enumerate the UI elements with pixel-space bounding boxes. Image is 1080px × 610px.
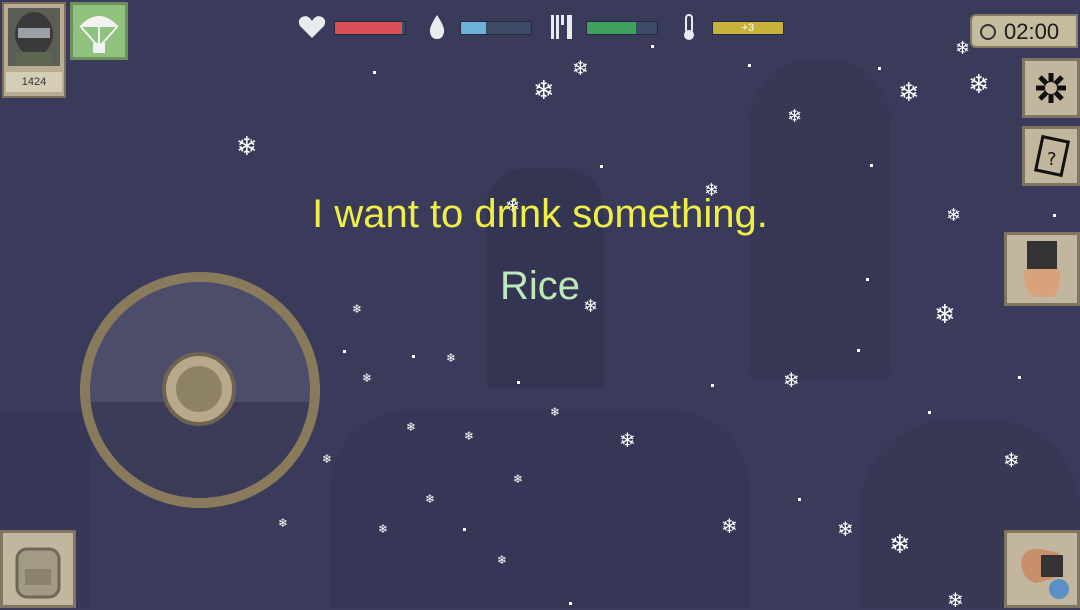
notebook-button[interactable]: ?: [1022, 126, 1080, 186]
notebook-icon: ?: [1033, 134, 1071, 178]
water-bar-fill: [461, 22, 486, 34]
snowflake-icon: ❄: [513, 472, 524, 486]
heart-icon: [298, 16, 326, 38]
snowflake-icon: ❄: [322, 452, 333, 466]
snow-particle: [373, 71, 376, 74]
joystick-knob-center: [176, 366, 222, 412]
snowflake-icon: ❄: [446, 351, 457, 365]
temperature-bar: +3: [712, 21, 784, 35]
snow-particle: [343, 350, 346, 353]
soldier-helmet-icon: [8, 8, 60, 66]
snow-particle: [798, 498, 801, 501]
health-bar: [334, 21, 406, 35]
snowflake-icon: ❄: [550, 405, 561, 419]
snowflake-icon: ❄: [721, 514, 738, 538]
backpack-button[interactable]: [0, 530, 76, 608]
water-bar: [460, 21, 532, 35]
status-message: I want to drink something.: [312, 192, 768, 236]
snow-particle: [748, 64, 751, 67]
snow-particle: [878, 67, 881, 70]
timer-panel: 02:00: [970, 14, 1078, 48]
backpack-icon: [15, 547, 61, 599]
snow-particle: [928, 411, 931, 414]
player-score: 1424: [6, 72, 62, 92]
parachute-icon: [79, 16, 119, 53]
snowflake-icon: ❄: [955, 38, 971, 59]
clock-icon: [980, 24, 996, 40]
snowflake-icon: ❄: [278, 516, 289, 530]
snowflake-icon: ❄: [425, 492, 436, 506]
fork-knife-icon: [551, 15, 572, 39]
snow-particle: [600, 165, 603, 168]
snow-particle: [517, 381, 520, 384]
timer-text: 02:00: [1004, 19, 1060, 44]
snow-particle: [463, 528, 466, 531]
snowflake-icon: ❄: [898, 78, 920, 108]
snow-particle: [569, 602, 572, 605]
joystick-knob[interactable]: [162, 352, 236, 426]
snowflake-icon: ❄: [464, 429, 475, 443]
thermometer-icon: [684, 14, 694, 40]
food-bar: [586, 21, 658, 35]
snowflake-icon: ❄: [968, 70, 990, 100]
snowflake-icon: ❄: [497, 553, 508, 567]
settings-button[interactable]: [1022, 58, 1080, 118]
snowflake-icon: ❄: [572, 56, 589, 80]
health-bar-fill: [335, 22, 402, 34]
swap-weapon-button[interactable]: [1004, 530, 1080, 608]
snow-particle: [412, 355, 415, 358]
swap-weapon-icon: [1021, 548, 1069, 599]
snowflake-icon: ❄: [947, 588, 964, 608]
snow-particle: [857, 349, 860, 352]
snowflake-icon: ❄: [787, 106, 803, 127]
airdrop-button[interactable]: [70, 2, 128, 60]
svg-text:?: ?: [1047, 149, 1057, 170]
snowflake-icon: ❄: [533, 76, 555, 106]
snowflake-icon: ❄: [362, 371, 373, 385]
snowflake-icon: ❄: [1003, 448, 1020, 472]
snowflake-icon: ❄: [406, 420, 417, 434]
snowflake-icon: ❄: [783, 368, 800, 392]
temperature-label: +3: [741, 22, 755, 34]
snow-particle: [711, 384, 714, 387]
snowflake-icon: ❄: [837, 517, 854, 541]
water-drop-icon: [429, 15, 445, 39]
settings-icon: [1036, 73, 1066, 103]
snow-particle: [1018, 376, 1021, 379]
item-name-label: Rice: [499, 264, 581, 308]
snowflake-icon: ❄: [378, 522, 389, 536]
snow-particle: [651, 45, 654, 48]
snowflake-icon: ❄: [236, 132, 258, 162]
snowflake-icon: ❄: [619, 428, 636, 452]
snowflake-icon: ❄: [889, 530, 911, 560]
snow-particle: [870, 164, 873, 167]
bush-silhouette: [330, 410, 750, 608]
player-avatar-panel[interactable]: 1424: [2, 2, 66, 98]
food-bar-fill: [587, 22, 636, 34]
